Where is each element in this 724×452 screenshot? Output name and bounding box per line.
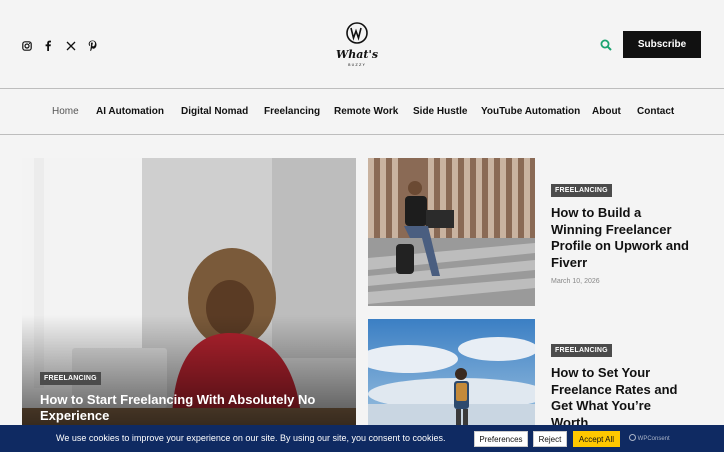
featured-title[interactable]: How to Start Freelancing With Absolutely… xyxy=(40,392,340,424)
accept-all-button[interactable]: Accept All xyxy=(573,431,620,447)
nav-item-home[interactable]: Home xyxy=(52,106,79,117)
post-title[interactable]: How to Set Your Freelance Rates and Get … xyxy=(551,365,691,431)
reject-button[interactable]: Reject xyxy=(533,431,567,447)
logo-text: What's xyxy=(336,48,378,61)
subscribe-button[interactable]: Subscribe xyxy=(623,31,701,58)
preferences-button[interactable]: Preferences xyxy=(474,431,528,447)
post-card: FREELANCING How to Build a Winning Freel… xyxy=(551,179,691,285)
nav-item-youtube-automation[interactable]: YouTube Automation xyxy=(481,106,580,117)
wpconsent-icon xyxy=(629,434,636,441)
wpconsent-brand: WPConsent xyxy=(629,434,670,442)
cookie-message: We use cookies to improve your experienc… xyxy=(56,433,446,443)
x-icon[interactable] xyxy=(66,38,76,51)
site-logo[interactable]: What's BUZZY xyxy=(336,20,380,68)
featured-post[interactable]: FREELANCING How to Start Freelancing Wit… xyxy=(22,158,356,425)
logo-subtext: BUZZY xyxy=(348,63,366,67)
nav-item-ai-automation[interactable]: AI Automation xyxy=(96,106,164,117)
nav-item-freelancing[interactable]: Freelancing xyxy=(264,106,320,117)
post-category-badge[interactable]: FREELANCING xyxy=(551,184,612,197)
nav-item-remote-work[interactable]: Remote Work xyxy=(334,106,398,117)
post-image xyxy=(368,158,535,306)
post-title[interactable]: How to Build a Winning Freelancer Profil… xyxy=(551,205,691,271)
post-card: FREELANCING How to Set Your Freelance Ra… xyxy=(551,339,691,431)
site-header: What's BUZZY Subscribe xyxy=(0,0,724,89)
post-category-badge[interactable]: FREELANCING xyxy=(551,344,612,357)
instagram-icon[interactable] xyxy=(22,38,32,51)
wpconsent-label: WPConsent xyxy=(637,436,670,442)
pinterest-icon[interactable] xyxy=(88,38,98,52)
social-links xyxy=(22,38,98,52)
post-image xyxy=(368,319,535,429)
main-nav: Home AI Automation Digital Nomad Freelan… xyxy=(0,90,724,135)
post-thumbnail[interactable] xyxy=(368,319,535,429)
nav-item-side-hustle[interactable]: Side Hustle xyxy=(413,106,467,117)
nav-item-contact[interactable]: Contact xyxy=(637,106,674,117)
search-icon[interactable] xyxy=(600,38,614,52)
cookie-banner: We use cookies to improve your experienc… xyxy=(0,425,724,452)
facebook-icon[interactable] xyxy=(44,38,54,51)
nav-item-about[interactable]: About xyxy=(592,106,621,117)
post-date: March 10, 2026 xyxy=(551,278,600,285)
featured-category-badge[interactable]: FREELANCING xyxy=(40,372,101,385)
nav-item-digital-nomad[interactable]: Digital Nomad xyxy=(181,106,248,117)
post-thumbnail[interactable] xyxy=(368,158,535,306)
